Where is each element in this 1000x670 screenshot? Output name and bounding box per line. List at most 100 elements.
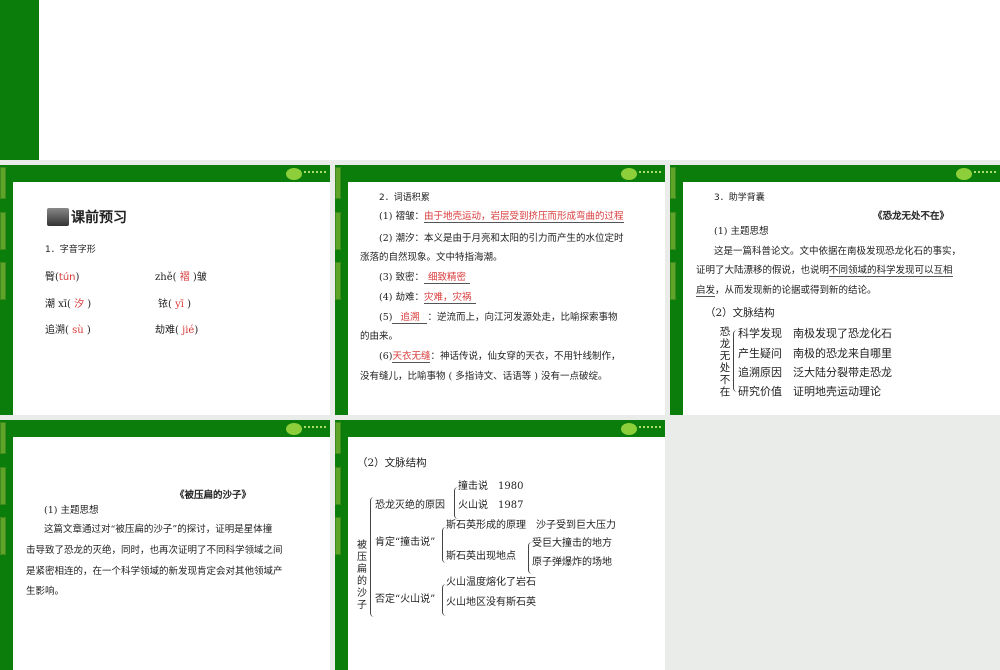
- word: ): [194, 325, 199, 336]
- logo-icon: [286, 168, 326, 180]
- underlined-text: 不同领域的科学发现可以互相: [829, 265, 953, 277]
- term: (3) 致密：: [379, 272, 424, 283]
- subheading: (1) 主题思想: [714, 226, 769, 237]
- slide-thumbnail-2[interactable]: 2．词语积累 (1) 褶皱：由于地壳运动，岩层受到挤压而形成弯曲的过程 (2) …: [335, 165, 665, 415]
- tree-value: 证明地壳运动理论: [793, 385, 881, 398]
- side-tab: [0, 517, 6, 555]
- word: 臀(: [45, 272, 59, 283]
- slide-content: （2）文脉结构 被压扁的沙子 恐龙灭绝的原因 撞击说 1980 火山说 1987…: [348, 437, 665, 670]
- slide-content: 2．词语积累 (1) 褶皱：由于地壳运动，岩层受到挤压而形成弯曲的过程 (2) …: [348, 182, 665, 415]
- answer: 追溯: [392, 312, 428, 324]
- side-tab: [335, 167, 341, 199]
- slide-content: 课前预习 1．字音字形 臀(tún) zhě( 褶 )皱 潮 xī( 汐 ) 铱…: [13, 182, 330, 415]
- logo-icon: [621, 168, 661, 180]
- term: (6): [379, 351, 393, 362]
- subheading: （2）文脉结构: [357, 457, 427, 469]
- answer: 天衣无缝: [392, 351, 431, 363]
- definition: 涨落的自然现象。文中特指海潮。: [360, 252, 503, 263]
- logo-icon: [956, 168, 996, 180]
- term: (4) 劫难：: [379, 292, 424, 303]
- word: 劫难(: [155, 325, 179, 336]
- tree-key: 科学发现: [738, 327, 782, 340]
- slide-content: 3．助学背囊 《恐龙无处不在》 (1) 主题思想 这是一篇科普论文。文中依据在南…: [683, 182, 1000, 415]
- side-tab: [0, 212, 6, 250]
- side-tab: [0, 167, 6, 199]
- side-tab: [335, 467, 341, 505]
- tree-branch: 肯定“撞击说”: [375, 537, 436, 548]
- word: 潮 xī(: [45, 299, 71, 310]
- side-tab: [335, 212, 341, 250]
- paragraph-line: 这篇文章通过对“被压扁的沙子”的探讨，证明是星体撞: [44, 524, 273, 535]
- answer: 汐: [74, 299, 85, 310]
- word: zhě(: [155, 272, 177, 283]
- answer: tún: [58, 272, 76, 283]
- tree-leaf: 火山说 1987: [458, 500, 524, 511]
- logo-icon: [286, 423, 326, 435]
- tree-leaf: 斯石英形成的原理 沙子受到巨大压力: [446, 520, 616, 531]
- tree-key: 产生疑问: [738, 347, 782, 360]
- tree-root: 恐龙无处不在: [719, 326, 731, 398]
- tree-leaf: 火山地区没有斯石英: [446, 597, 536, 608]
- article-title: 《恐龙无处不在》: [873, 211, 950, 222]
- books-icon: [47, 208, 69, 226]
- side-tab: [335, 262, 341, 300]
- word: ): [75, 272, 80, 283]
- logo-icon: [621, 423, 661, 435]
- side-tab: [0, 262, 6, 300]
- paragraph-line: 击导致了恐龙的灭绝，同时，也再次证明了不同科学领域之间: [26, 545, 283, 556]
- section-label: 1．字音字形: [45, 245, 96, 255]
- term: (1) 褶皱：: [379, 211, 424, 222]
- side-tab: [0, 467, 6, 505]
- underlined-text: 启发: [696, 285, 716, 297]
- side-tab: [670, 212, 676, 250]
- tree-leaf: 撞击说 1980: [458, 481, 524, 492]
- slide-thumbnail-5[interactable]: （2）文脉结构 被压扁的沙子 恐龙灭绝的原因 撞击说 1980 火山说 1987…: [335, 420, 665, 670]
- answer: jié: [182, 325, 195, 336]
- previous-slide-frame: [0, 0, 39, 160]
- definition: ：神话传说，仙女穿的天衣，不用针线制作，: [430, 351, 621, 362]
- tree-value: 南极发现了恐龙化石: [793, 327, 892, 340]
- brace: [733, 330, 737, 392]
- previous-slide-area: [0, 0, 1000, 160]
- slide-thumbnail-1[interactable]: 课前预习 1．字音字形 臀(tún) zhě( 褶 )皱 潮 xī( 汐 ) 铱…: [0, 165, 330, 415]
- slide-thumbnail-3[interactable]: 3．助学背囊 《恐龙无处不在》 (1) 主题思想 这是一篇科普论文。文中依据在南…: [670, 165, 1000, 415]
- tree-key: 研究价值: [738, 385, 782, 398]
- answer: 灾难，灾祸: [423, 292, 476, 304]
- word: ): [87, 299, 92, 310]
- paragraph-line: ，从而发现新的论据或得到新的结论。: [715, 285, 877, 296]
- tree-leaf: 火山温度熔化了岩石: [446, 577, 536, 588]
- subheading: (1) 主题思想: [44, 505, 99, 516]
- answer: 褶: [179, 272, 190, 283]
- tree-branch: 否定“火山说”: [375, 594, 436, 605]
- brace: [370, 497, 374, 617]
- slide-content: 《被压扁的沙子》 (1) 主题思想 这篇文章通过对“被压扁的沙子”的探讨，证明是…: [13, 437, 330, 670]
- slide-thumbnail-4[interactable]: 《被压扁的沙子》 (1) 主题思想 这篇文章通过对“被压扁的沙子”的探讨，证明是…: [0, 420, 330, 670]
- paragraph-line: 生影响。: [26, 586, 65, 597]
- side-tab: [670, 262, 676, 300]
- definition: (2) 潮汐：本义是由于月亮和太阳的引力而产生的水位定时: [379, 233, 624, 244]
- section-label: 3．助学背囊: [714, 193, 765, 203]
- paragraph-line: 证明了大陆漂移的假说，也说明: [696, 265, 830, 276]
- tree-branch: 斯石英出现地点: [446, 551, 516, 562]
- answer: 细致精密: [423, 272, 470, 284]
- word: 追溯(: [45, 325, 69, 336]
- paragraph-line: 这是一篇科普论文。文中依据在南极发现恐龙化石的事实，: [714, 246, 962, 257]
- side-tab: [0, 422, 6, 454]
- tree-value: 南极的恐龙来自哪里: [793, 347, 892, 360]
- paragraph-line: 是紧密相连的，在一个科学领域的新发现肯定会对其他领域产: [26, 566, 283, 577]
- answer: 由于地壳运动，岩层受到挤压而形成弯曲的过程: [423, 211, 624, 223]
- word: )皱: [192, 272, 207, 283]
- side-tab: [335, 517, 341, 555]
- tree-value: 泛大陆分裂带走恐龙: [793, 366, 892, 379]
- tree-key: 追溯原因: [738, 366, 782, 379]
- word: ): [86, 325, 91, 336]
- subheading: （2）文脉结构: [705, 307, 775, 319]
- definition: 的由来。: [360, 331, 399, 342]
- tree-branch: 恐龙灭绝的原因: [375, 500, 445, 511]
- tree-leaf: 原子弹爆炸的场地: [532, 557, 612, 568]
- word: 铱(: [158, 299, 172, 310]
- definition: 没有缝儿，比喻事物 ( 多指诗文、话语等 ) 没有一点破绽。: [360, 371, 608, 382]
- definition: ：逆流而上，向江河发源处走，比喻探索事物: [427, 312, 618, 323]
- answer: yī: [175, 299, 184, 310]
- tree-leaf: 受巨大撞击的地方: [532, 538, 612, 549]
